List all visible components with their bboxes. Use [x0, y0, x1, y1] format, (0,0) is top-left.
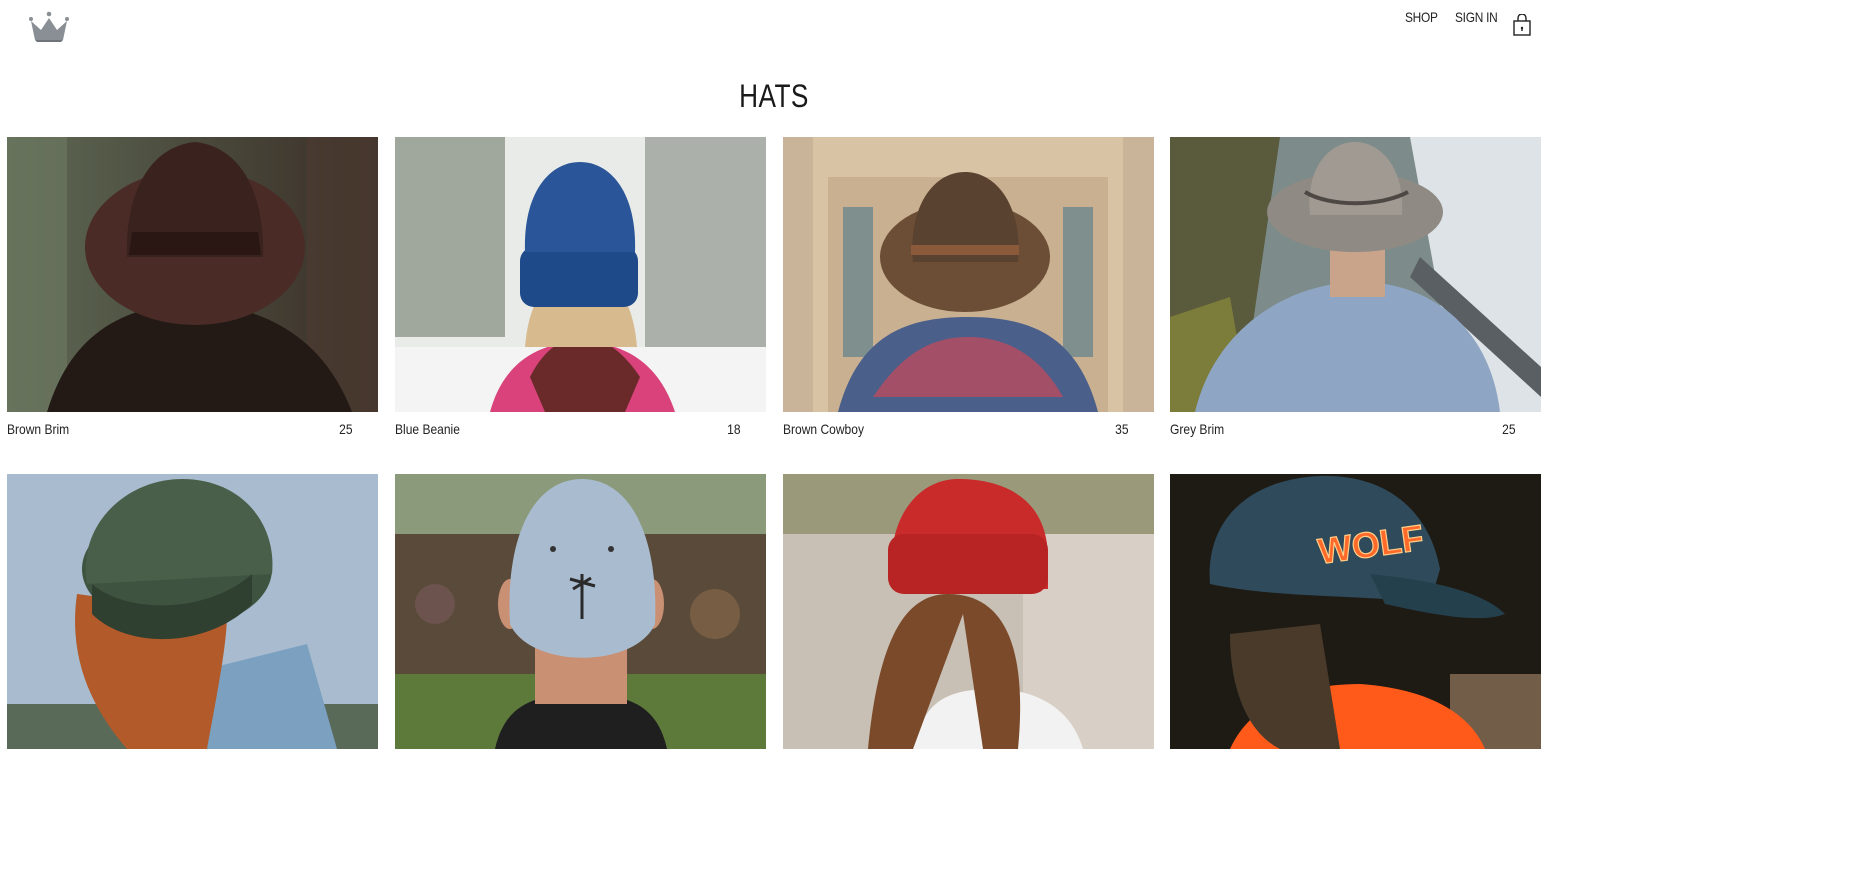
product-price: 25	[339, 421, 353, 437]
product-image-brown-brim[interactable]	[7, 137, 378, 412]
product-card[interactable]: WOLF	[1170, 474, 1541, 749]
product-image-brown-cowboy[interactable]	[783, 137, 1154, 412]
product-card[interactable]	[783, 474, 1154, 749]
top-nav: SHOP SIGN IN	[0, 9, 1863, 36]
shopping-bag-icon[interactable]	[1513, 13, 1531, 36]
product-card[interactable]: Blue Beanie 18	[395, 137, 766, 441]
nav-sign-in-link[interactable]: SIGN IN	[1455, 9, 1498, 25]
product-card[interactable]: Brown Brim 25	[7, 137, 378, 441]
nav-shop-link[interactable]: SHOP	[1405, 9, 1438, 25]
product-caption: Brown Cowboy 35	[783, 417, 1154, 441]
product-name: Grey Brim	[1170, 421, 1225, 437]
product-price: 35	[1115, 421, 1129, 437]
product-caption: Blue Beanie 18	[395, 417, 766, 441]
product-card[interactable]	[7, 474, 378, 749]
product-image-grey-brim[interactable]	[1170, 137, 1541, 412]
product-caption: Brown Brim 25	[7, 417, 378, 441]
product-image-wolf-cap[interactable]: WOLF	[1170, 474, 1541, 749]
product-caption: Grey Brim 25	[1170, 417, 1541, 441]
product-image-blue-beanie[interactable]	[395, 137, 766, 412]
page-title: HATS	[739, 78, 809, 114]
product-card[interactable]: Brown Cowboy 35	[783, 137, 1154, 441]
product-price: 25	[1502, 421, 1516, 437]
product-name: Blue Beanie	[395, 421, 460, 437]
product-card[interactable]	[395, 474, 766, 749]
product-card[interactable]: Grey Brim 25	[1170, 137, 1541, 441]
product-image-red-beanie[interactable]	[783, 474, 1154, 749]
product-name: Brown Cowboy	[783, 421, 864, 437]
product-image-denim-cap[interactable]	[395, 474, 766, 749]
product-name: Brown Brim	[7, 421, 70, 437]
product-image-green-beanie[interactable]	[7, 474, 378, 749]
product-price: 18	[727, 421, 741, 437]
